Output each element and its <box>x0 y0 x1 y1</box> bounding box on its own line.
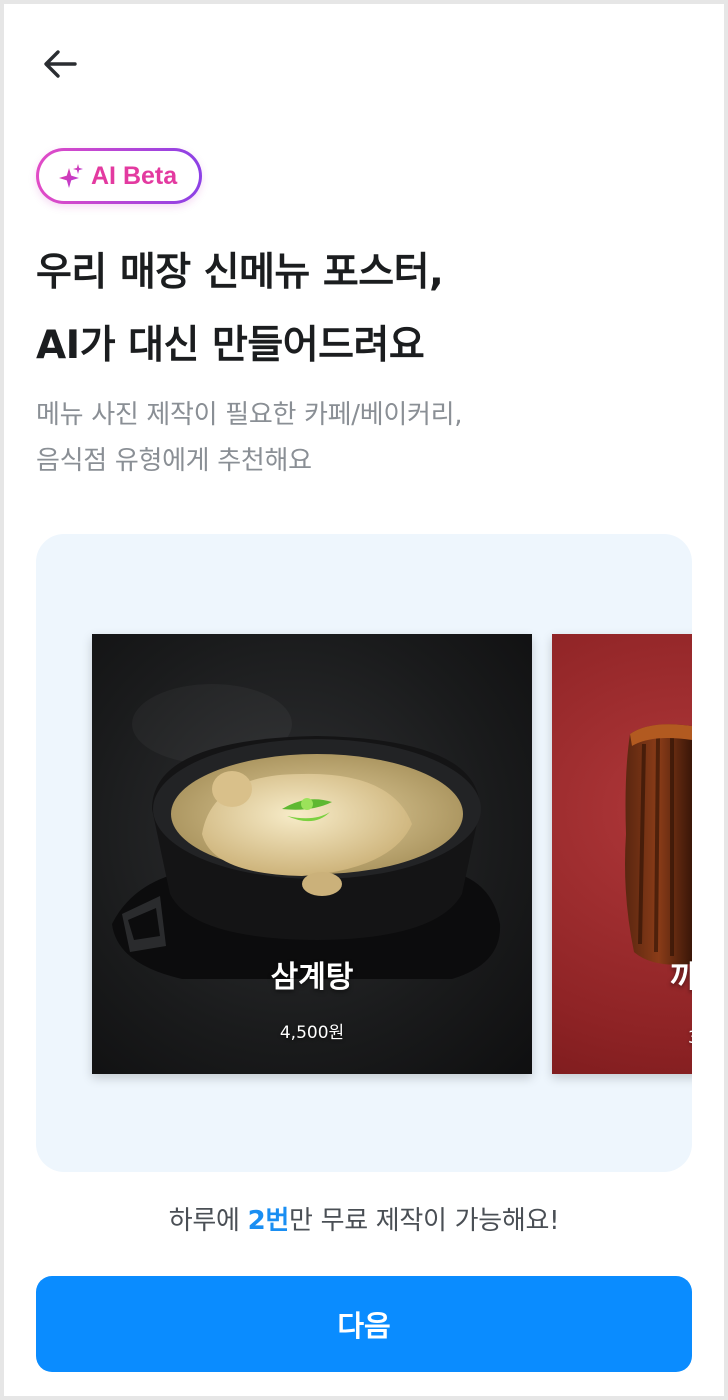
badge-label: AI Beta <box>91 161 178 190</box>
poster-menu-name: 삼계탕 <box>270 960 354 995</box>
page-title: 우리 매장 신메뉴 포스터, AI가 대신 만들어드려요 <box>36 236 696 382</box>
screen: AI Beta 우리 매장 신메뉴 포스터, AI가 대신 만들어드려요 메뉴 … <box>4 4 724 1396</box>
title-line-2: AI가 대신 만들어드려요 <box>36 323 425 368</box>
notice-count-highlight: 2번 <box>247 1206 290 1236</box>
subtitle-line-2: 음식점 유형에게 추천해요 <box>36 446 312 476</box>
poster-menu-price: 4,500원 <box>279 1023 345 1043</box>
notice-text-after: 만 무료 제작이 가능해요! <box>289 1206 560 1236</box>
arrow-left-icon <box>44 50 77 78</box>
poster-menu-name: 까 <box>670 960 692 995</box>
sparkle-icon <box>59 164 83 188</box>
canele-image <box>625 724 692 965</box>
ai-beta-badge: AI Beta <box>36 148 202 204</box>
next-button[interactable]: 다음 <box>36 1276 692 1372</box>
subtitle-line-1: 메뉴 사진 제작이 필요한 카페/베이커리, <box>36 400 463 430</box>
page-subtitle: 메뉴 사진 제작이 필요한 카페/베이커리, 음식점 유형에게 추천해요 <box>36 392 696 484</box>
title-line-1: 우리 매장 신메뉴 포스터, <box>36 250 444 295</box>
samgyetang-image <box>112 684 501 979</box>
free-usage-notice: 하루에 2번만 무료 제작이 가능해요! <box>4 1200 724 1237</box>
poster-card[interactable]: 삼계탕 4,500원 <box>92 634 532 1074</box>
poster-card[interactable]: 까 3 <box>552 634 692 1074</box>
back-button[interactable] <box>32 40 88 88</box>
poster-menu-price: 3 <box>688 1028 692 1048</box>
poster-preview-carousel[interactable]: 삼계탕 4,500원 까 3 <box>36 534 692 1172</box>
notice-text-before: 하루에 <box>168 1206 248 1236</box>
